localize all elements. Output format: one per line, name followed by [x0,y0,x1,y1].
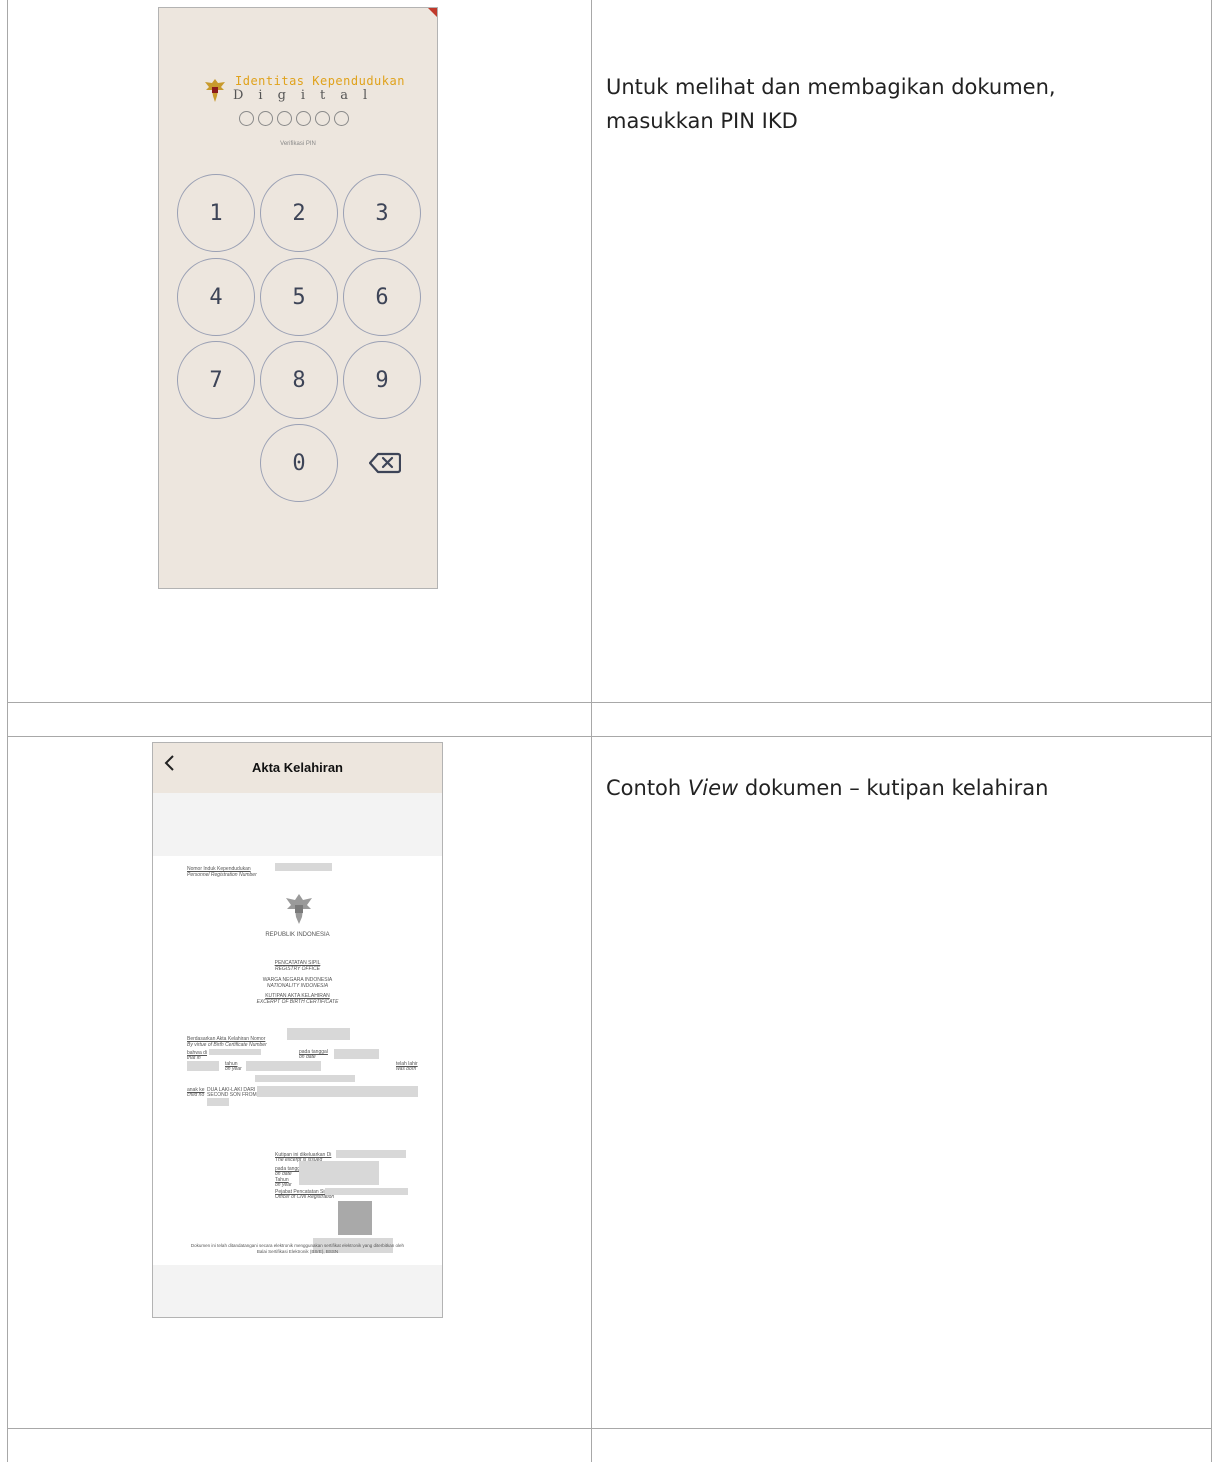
key-4[interactable]: 4 [177,258,255,336]
key-9[interactable]: 9 [343,341,421,419]
birth-certificate-screenshot: Akta Kelahiran Nomor Induk Kependudukan … [152,742,443,1318]
doc-title-en: EXCERPT OF BIRTH CERTIFICATE [256,999,339,1005]
pin-indicator [239,111,349,126]
row-separator [7,736,1212,737]
row-separator [7,1428,1212,1429]
key-2[interactable]: 2 [260,174,338,252]
redacted-field [299,1179,379,1185]
pin-slot [315,111,330,126]
certificate-document: Nomor Induk Kependudukan Personnel Regis… [153,856,442,1265]
nik-label-en: Personnel Registration Number [187,872,257,878]
page-title: Akta Kelahiran [251,760,344,775]
backspace-icon [369,452,401,474]
issue-year-label-en: on year [275,1182,292,1188]
redacted-field [299,1161,379,1181]
app-title-line1: Identitas Kependudukan [235,74,405,88]
pin-slot [239,111,254,126]
based-on-label-en: By virtue of Birth Certificate Number [187,1042,267,1048]
row1-description: Untuk melihat dan membagikan dokumen, ma… [606,75,1056,133]
year-label-en: on year [225,1066,242,1072]
redacted-field [207,1098,229,1106]
row-separator [7,702,1212,703]
key-3[interactable]: 3 [343,174,421,252]
office-label-en: REGISTRY OFFICE [274,966,320,972]
republic-label: REPUBLIK INDONESIA [265,932,330,938]
table-border-middle [591,0,592,1462]
key-1[interactable]: 1 [177,174,255,252]
qr-signature [338,1201,372,1235]
verify-pin-label: Verifikasi PIN [280,141,316,147]
redacted-field [255,1075,355,1082]
nationality-label-en: NATIONALITY INDONESIA [266,983,329,989]
app-header: Akta Kelahiran [153,743,442,793]
key-7[interactable]: 7 [177,341,255,419]
redacted-field [246,1061,321,1071]
pin-slot [296,111,311,126]
pin-slot [258,111,273,126]
garuda-emblem-icon [205,79,225,102]
was-born-label-en: was born [396,1066,417,1072]
footer-line-2: Balai Sertifikasi Elektronik (BSrE), BSS… [256,1249,339,1254]
key-0[interactable]: 0 [260,424,338,502]
redacted-nik [275,863,332,871]
table-border-right [1211,0,1212,1462]
pin-slot [277,111,292,126]
redacted-field [336,1150,406,1158]
child-no-label-en: child no [187,1092,205,1098]
key-6[interactable]: 6 [343,258,421,336]
row2-description: Contoh View dokumen – kutipan kelahiran [606,776,1049,800]
backspace-button[interactable] [367,451,403,475]
corner-marker [428,8,437,17]
redacted-field [334,1049,379,1059]
table-border-left [7,0,8,1462]
on-date-label-en: on date [299,1054,316,1060]
redacted-field [209,1049,261,1055]
redacted-field [257,1086,418,1097]
key-5[interactable]: 5 [260,258,338,336]
key-8[interactable]: 8 [260,341,338,419]
redacted-field [287,1028,350,1040]
garuda-emblem-icon [286,894,312,924]
redacted-field [325,1188,408,1195]
pin-slot [334,111,349,126]
pin-screen-screenshot: Identitas Kependudukan Digital Verifikas… [158,7,438,589]
app-title-line2: Digital [233,88,383,103]
redacted-field [187,1061,219,1071]
